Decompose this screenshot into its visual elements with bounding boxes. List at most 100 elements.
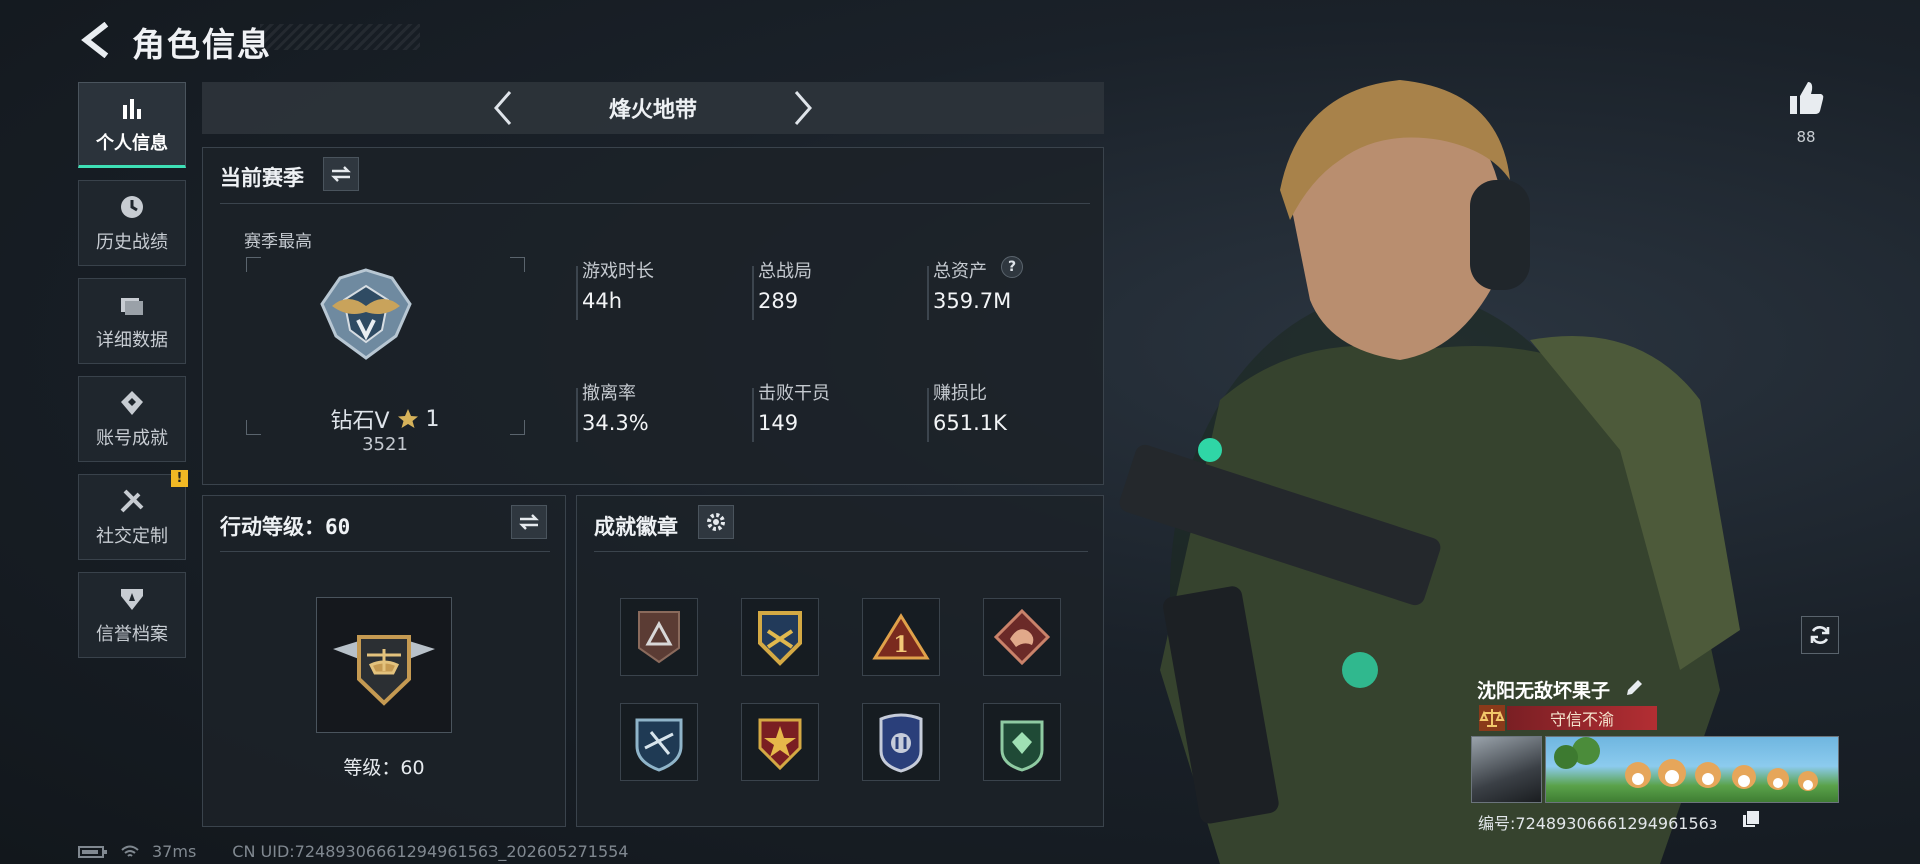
sidebar-item-label: 账号成就 <box>96 428 168 449</box>
player-name-card[interactable] <box>1545 736 1839 803</box>
achievement-badge[interactable] <box>741 598 819 676</box>
clock-icon <box>121 196 143 218</box>
gear-icon <box>707 513 725 531</box>
chevron-left-icon[interactable] <box>488 86 518 130</box>
stat-tick <box>752 388 754 442</box>
uid-string: CN UID:7248930666129496156З_202605271554 <box>232 842 629 861</box>
helicopter-emblem-icon <box>333 635 435 706</box>
blue-shield-badge-icon <box>635 718 683 772</box>
bar-chart-icon <box>123 99 141 119</box>
sidebar-item-label: 社交定制 <box>96 526 168 547</box>
rank-name-row: 钻石V 1 <box>300 403 470 435</box>
achievement-badge[interactable] <box>620 703 698 781</box>
edit-pencil-icon[interactable] <box>1624 678 1644 698</box>
achievements-title: 成就徽章 <box>594 515 678 539</box>
back-arrow-icon[interactable] <box>78 22 114 58</box>
refresh-button[interactable] <box>1801 616 1839 654</box>
player-name-row: 沈阳无敌坏果子 <box>1477 676 1610 703</box>
stat-label: 总战局 <box>758 261 812 282</box>
player-avatar[interactable] <box>1471 736 1542 803</box>
sidebar-item-personal-info[interactable]: 个人信息 <box>78 82 186 168</box>
achievement-badge[interactable] <box>741 703 819 781</box>
swap-level-button[interactable] <box>511 505 547 539</box>
season-title: 当前赛季 <box>220 166 304 190</box>
action-level-title: 行动等级：60 <box>220 515 351 539</box>
stat-value: 359.7M <box>933 289 1012 313</box>
swap-icon <box>331 166 351 182</box>
season-divider <box>220 203 1090 204</box>
sidebar-item-achievements[interactable]: 账号成就 <box>78 376 186 462</box>
achievement-badge[interactable] <box>983 598 1061 676</box>
honor-title: 守信不渝 <box>1549 710 1614 729</box>
stat-value: 651.1K <box>933 411 1007 435</box>
stat-label: 总资产 <box>933 261 987 282</box>
stat-value: 34.3% <box>582 411 649 435</box>
number-one-badge-icon: 1 <box>872 613 930 660</box>
stat-value: 44h <box>582 289 623 313</box>
triangle-shield-badge-icon <box>638 611 680 664</box>
stat-tick <box>576 388 578 442</box>
honor-title-banner: 守信不渝 <box>1507 706 1657 730</box>
rank-stars: 1 <box>425 406 440 432</box>
mode-name: 烽火地带 <box>608 98 697 123</box>
refresh-icon <box>1810 626 1830 644</box>
stat-label: 击败干员 <box>758 383 830 404</box>
dog-squad-illustration <box>1554 737 1818 791</box>
stat-tick <box>927 266 929 320</box>
sidebar-item-label: 详细数据 <box>96 330 168 351</box>
sidebar-item-social[interactable]: 社交定制 <box>78 474 186 560</box>
player-name: 沈阳无敌坏果子 <box>1477 680 1611 702</box>
folder-icon <box>121 298 143 315</box>
shield-icon <box>121 589 143 610</box>
sidebar-item-details[interactable]: 详细数据 <box>78 278 186 364</box>
season-best-label: 赛季最高 <box>244 232 312 252</box>
achievements-divider <box>594 551 1088 552</box>
achievement-badge[interactable]: 1 <box>862 598 940 676</box>
ping: 37ms <box>152 842 197 861</box>
green-gem-badge-icon <box>1000 720 1044 772</box>
battery-icon <box>78 845 107 858</box>
frame-corner <box>246 420 261 435</box>
stat-value: 149 <box>758 411 799 435</box>
copy-icon[interactable] <box>1742 810 1760 828</box>
star-cross-badge-icon <box>758 718 802 771</box>
achievements-settings-button[interactable] <box>698 505 734 539</box>
wifi-icon <box>121 845 139 857</box>
stat-tick <box>752 266 754 320</box>
frame-corner <box>510 420 525 435</box>
achievement-icon <box>121 391 143 415</box>
stat-value: 289 <box>758 289 799 313</box>
stat-tick <box>576 266 578 320</box>
frame-corner <box>246 257 261 272</box>
svg-text:1: 1 <box>893 632 908 658</box>
star-icon <box>397 409 418 428</box>
swap-season-button[interactable] <box>323 157 359 191</box>
achievement-badge[interactable] <box>862 703 940 781</box>
gold-crest-badge-icon <box>758 611 802 666</box>
scales-title-icon <box>1479 705 1505 731</box>
page-title: 角色信息 <box>132 25 272 64</box>
sidebar-item-reputation[interactable]: 信誉档案 <box>78 572 186 658</box>
achievement-badge[interactable] <box>983 703 1061 781</box>
stat-label: 撤离率 <box>582 383 636 404</box>
chevron-right-icon[interactable] <box>788 86 818 130</box>
thumbs-up-icon[interactable] <box>1786 78 1826 118</box>
level-divider <box>220 551 550 552</box>
achievement-badge[interactable] <box>620 598 698 676</box>
help-icon[interactable]: ? <box>1001 256 1023 278</box>
warning-badge: ! <box>171 470 188 487</box>
rank-score: 3521 <box>362 434 408 455</box>
title-decoration <box>260 24 420 50</box>
status-bar: 37ms CN UID:7248930666129496156З_2026052… <box>78 842 628 861</box>
level-text: 等级：60 <box>343 757 425 779</box>
sidebar-item-history[interactable]: 历史战绩 <box>78 180 186 266</box>
frame-corner <box>510 257 525 272</box>
police-badge-icon <box>879 713 923 773</box>
swap-icon <box>519 514 539 530</box>
rank-name: 钻石V <box>330 409 390 434</box>
level-emblem-frame <box>316 597 452 733</box>
stat-label: 游戏时长 <box>582 261 654 282</box>
diamond-rank-emblem-icon <box>320 268 412 360</box>
stat-tick <box>927 388 929 442</box>
tools-icon <box>120 489 144 513</box>
